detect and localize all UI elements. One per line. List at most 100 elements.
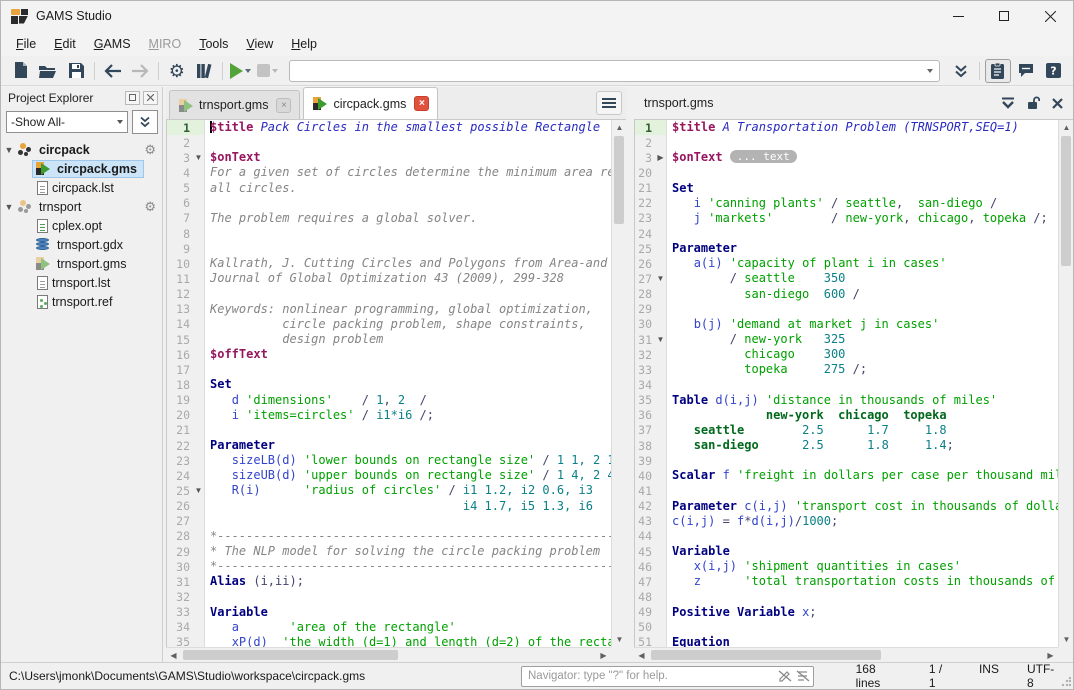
code-line[interactable]: Parameter c(i,j) 'transport cost in thou… [672, 499, 1058, 514]
code-line[interactable] [210, 589, 611, 604]
tab-circpack.gms[interactable]: circpack.gms× [303, 87, 438, 119]
code-line[interactable] [672, 483, 1058, 498]
run-config-combobox[interactable] [289, 60, 939, 82]
open-file-button[interactable] [36, 59, 62, 83]
code-line[interactable]: sizeLB(d) 'lower bounds on rectangle siz… [210, 453, 611, 468]
code-line[interactable] [210, 362, 611, 377]
code-line[interactable] [672, 589, 1058, 604]
code-line[interactable]: The problem requires a global solver. [210, 211, 611, 226]
code-line[interactable] [210, 423, 611, 438]
project-filter-combobox[interactable]: -Show All- [6, 111, 128, 133]
code-line[interactable]: san-diego 2.5 1.8 1.4; [672, 438, 1058, 453]
code-line[interactable]: a(i) 'capacity of plant i in cases' [672, 256, 1058, 271]
collapse-all-button[interactable] [132, 110, 158, 134]
collapsed-text-badge[interactable]: ... text [730, 150, 797, 163]
menu-edit[interactable]: Edit [45, 34, 85, 54]
scroll-down-arrow[interactable]: ▼ [612, 632, 627, 647]
float-panel-icon[interactable] [125, 91, 140, 105]
close-view-icon[interactable] [1052, 98, 1063, 109]
scroll-right-arrow[interactable]: ▶ [1043, 648, 1058, 663]
menu-gams[interactable]: GAMS [85, 34, 140, 54]
code-line[interactable]: Kallrath, J. Cutting Circles and Polygon… [210, 256, 611, 271]
code-line[interactable]: Scalar f 'freight in dollars per case pe… [672, 468, 1058, 483]
code-editor-circpack[interactable]: 123▼456789101112131415161718192021222324… [166, 120, 611, 647]
code-line[interactable]: seattle 2.5 1.7 1.8 [672, 423, 1058, 438]
code-line[interactable]: c(i,j) = f*d(i,j)/1000; [672, 514, 1058, 529]
project-options-gear-icon[interactable]: ⚙ [144, 199, 156, 215]
scrollbar-thumb[interactable] [183, 650, 398, 660]
code-line[interactable]: $title Pack Circles in the smallest poss… [210, 120, 611, 135]
scroll-up-arrow[interactable]: ▲ [1059, 120, 1074, 135]
close-panel-icon[interactable] [143, 91, 158, 105]
code-line[interactable]: Alias (i,ii); [210, 574, 611, 589]
tab-list-menu-icon[interactable] [596, 91, 622, 115]
minimize-button[interactable] [935, 1, 981, 31]
code-line[interactable]: x(i,j) 'shipment quantities in cases' [672, 559, 1058, 574]
project-options-gear-icon[interactable]: ⚙ [144, 142, 156, 158]
scroll-left-arrow[interactable]: ◀ [166, 648, 181, 663]
stop-button[interactable] [254, 64, 281, 77]
code-line[interactable]: a 'area of the rectangle' [210, 620, 611, 635]
tree-item-trnsport.ref[interactable]: trnsport.ref [1, 292, 162, 311]
code-line[interactable]: R(i) 'radius of circles' / i1 1.2, i2 0.… [210, 483, 611, 498]
code-line[interactable]: *---------------------------------------… [210, 559, 611, 574]
code-line[interactable]: $title A Transportation Problem (TRNSPOR… [672, 120, 1058, 135]
code-line[interactable] [210, 241, 611, 256]
code-line[interactable]: *---------------------------------------… [210, 529, 611, 544]
menu-help[interactable]: Help [282, 34, 326, 54]
code-line[interactable]: i4 1.7, i5 1.3, i6 [210, 499, 611, 514]
code-line[interactable]: $onText ... text [672, 150, 1058, 165]
navigator-toggle-icon[interactable] [795, 668, 811, 684]
code-line[interactable]: / seattle 350 [672, 271, 1058, 286]
code-line[interactable]: b(j) 'demand at market j in cases' [672, 317, 1058, 332]
scroll-left-arrow[interactable]: ◀ [634, 648, 649, 663]
code-line[interactable]: z 'total transportation costs in thousan… [672, 574, 1058, 589]
code-line[interactable]: * The NLP model for solving the circle p… [210, 544, 611, 559]
navigator-toggle-icon[interactable] [777, 668, 793, 684]
forward-button[interactable] [127, 59, 153, 83]
code-line[interactable]: Equation [672, 635, 1058, 647]
code-line[interactable] [672, 529, 1058, 544]
code-line[interactable] [210, 514, 611, 529]
code-line[interactable]: Variable [672, 544, 1058, 559]
fold-marker-icon[interactable]: ▼ [193, 486, 204, 495]
code-line[interactable]: san-diego 600 / [672, 287, 1058, 302]
code-line[interactable]: $onText [210, 150, 611, 165]
code-line[interactable]: i 'items=circles' / i1*i6 /; [210, 408, 611, 423]
code-line[interactable] [672, 377, 1058, 392]
tab-trnsport.gms[interactable]: trnsport.gms× [169, 90, 300, 119]
navigator-input[interactable]: Navigator: type "?" for help. [521, 666, 814, 687]
scrollbar-thumb[interactable] [651, 650, 881, 660]
save-button[interactable] [63, 59, 89, 83]
tree-item-cplex.opt[interactable]: cplex.opt [1, 216, 162, 235]
code-area[interactable]: $title Pack Circles in the smallest poss… [205, 120, 611, 647]
menu-file[interactable]: File [7, 34, 45, 54]
fold-marker-icon[interactable]: ▼ [655, 274, 666, 283]
code-line[interactable]: xP(d) 'the width (d=1) and length (d=2) … [210, 635, 611, 647]
menu-tools[interactable]: Tools [190, 34, 237, 54]
code-line[interactable] [210, 226, 611, 241]
code-line[interactable] [672, 226, 1058, 241]
help-button[interactable]: ? [1040, 59, 1066, 83]
menu-view[interactable]: View [237, 34, 282, 54]
code-editor-trnsport[interactable]: 123▶2021222324252627▼28293031▼3233343536… [634, 120, 1058, 647]
fold-marker-icon[interactable]: ▶ [655, 153, 666, 162]
close-button[interactable] [1027, 1, 1073, 31]
code-line[interactable]: / new-york 325 [672, 332, 1058, 347]
scrollbar-thumb[interactable] [614, 136, 624, 224]
expand-arrow-icon[interactable]: ▼ [1, 202, 17, 212]
tree-item-circpack.lst[interactable]: circpack.lst [1, 178, 162, 197]
tab-close-icon[interactable]: × [276, 98, 291, 113]
horizontal-scrollbar[interactable]: ◀ ▶ [634, 647, 1058, 662]
expand-arrow-icon[interactable]: ▼ [1, 145, 17, 155]
new-file-button[interactable] [8, 59, 34, 83]
code-line[interactable] [672, 453, 1058, 468]
horizontal-scrollbar[interactable]: ◀ ▶ [166, 647, 611, 662]
show-log-button[interactable] [985, 59, 1011, 83]
scroll-up-arrow[interactable]: ▲ [612, 120, 627, 135]
vertical-scrollbar[interactable]: ▲ ▼ [1058, 120, 1073, 647]
code-line[interactable]: Variable [210, 605, 611, 620]
code-line[interactable] [672, 165, 1058, 180]
code-line[interactable]: Set [672, 181, 1058, 196]
code-line[interactable]: chicago 300 [672, 347, 1058, 362]
